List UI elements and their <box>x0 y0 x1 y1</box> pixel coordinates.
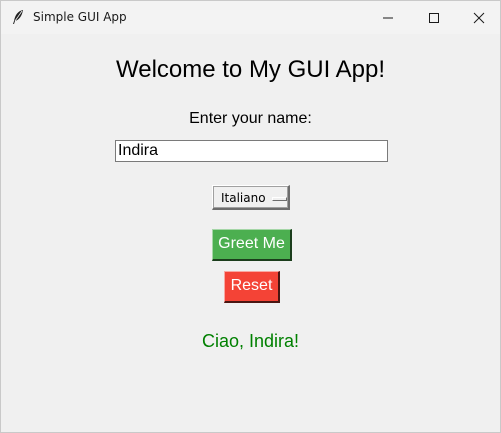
name-prompt-label: Enter your name: <box>189 110 312 127</box>
maximize-button[interactable] <box>411 1 457 34</box>
minimize-button[interactable] <box>365 1 411 34</box>
app-window: Simple GUI App Welcome to My GUI App! En… <box>0 0 501 433</box>
dropdown-indicator-icon <box>272 197 287 201</box>
greet-button[interactable]: Greet Me <box>212 229 292 261</box>
window-title: Simple GUI App <box>33 10 127 24</box>
close-button[interactable] <box>456 1 501 34</box>
maximize-icon <box>429 13 439 23</box>
reset-button[interactable]: Reset <box>224 271 280 303</box>
app-content: Welcome to My GUI App! Enter your name: … <box>1 34 500 432</box>
minimize-icon <box>383 17 393 19</box>
title-bar[interactable]: Simple GUI App <box>1 1 500 34</box>
page-title: Welcome to My GUI App! <box>116 56 385 83</box>
greeting-output: Ciao, Indira! <box>201 331 300 351</box>
language-selected-value: Italiano <box>221 191 266 205</box>
name-input[interactable] <box>115 140 388 162</box>
feather-icon <box>11 9 25 25</box>
close-icon <box>473 12 485 24</box>
language-dropdown[interactable]: Italiano <box>212 185 290 210</box>
